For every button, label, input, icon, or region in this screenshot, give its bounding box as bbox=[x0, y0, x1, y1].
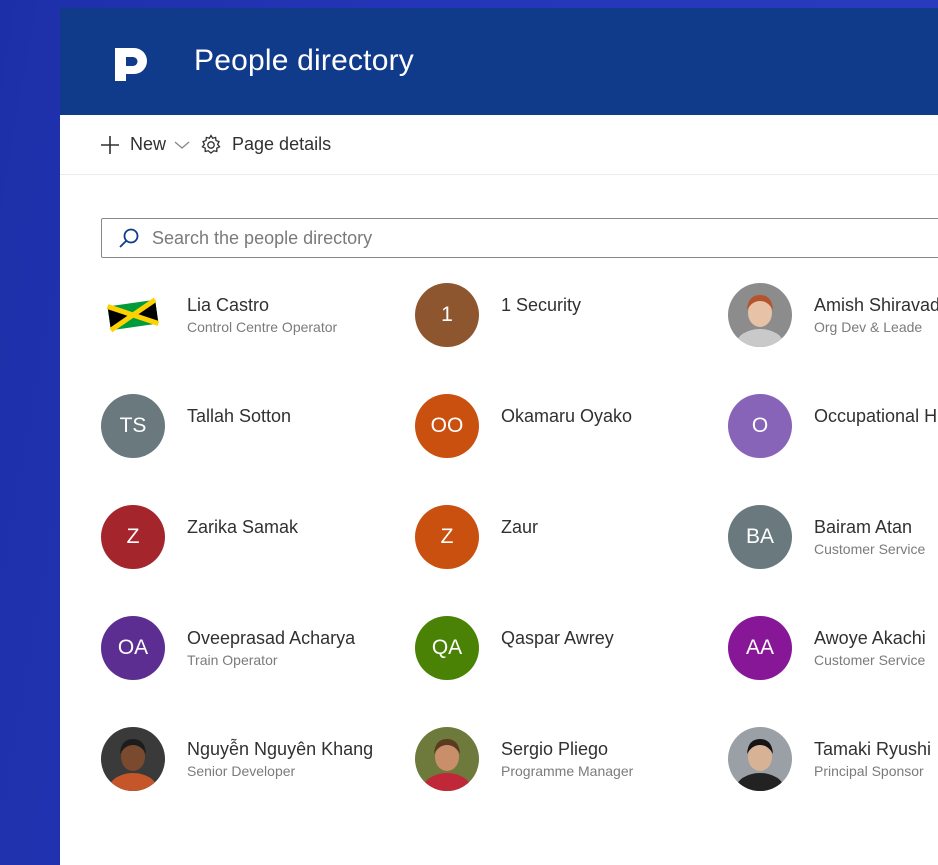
person-card[interactable]: Tamaki Ryushi Principal Sponsor bbox=[728, 727, 938, 797]
person-card[interactable]: QA Qaspar Awrey bbox=[415, 616, 715, 686]
avatar-initials: O bbox=[751, 414, 769, 437]
avatar: BA bbox=[728, 505, 792, 569]
person-card[interactable]: Amish Shiravad Org Dev & Leade bbox=[728, 283, 938, 353]
avatar-initials: AA bbox=[745, 636, 774, 659]
person-photo-icon bbox=[728, 727, 792, 791]
person-card[interactable]: Z Zaur bbox=[415, 505, 715, 575]
person-name: Amish Shiravad bbox=[814, 295, 938, 315]
avatar: AA bbox=[728, 616, 792, 680]
avatar-initials: QA bbox=[431, 636, 463, 659]
person-card[interactable]: Sergio Pliego Programme Manager bbox=[415, 727, 715, 797]
avatar bbox=[728, 727, 792, 791]
person-name: Awoye Akachi bbox=[814, 628, 926, 648]
person-name: Oveeprasad Acharya bbox=[187, 628, 356, 648]
person-name: Sergio Pliego bbox=[501, 739, 609, 759]
avatar-initials: TS bbox=[119, 414, 147, 437]
command-bar: New Page details bbox=[60, 115, 938, 175]
avatar bbox=[101, 283, 165, 347]
person-name: 1 Security bbox=[501, 295, 582, 315]
avatar-initials: OA bbox=[117, 636, 149, 659]
app-window: People directory New Page details Search… bbox=[60, 8, 938, 865]
person-name: Bairam Atan bbox=[814, 517, 913, 537]
person-card[interactable]: 1 1 Security bbox=[415, 283, 715, 353]
search-box[interactable] bbox=[101, 218, 938, 258]
app-header: People directory bbox=[60, 8, 938, 115]
avatar: TS bbox=[101, 394, 165, 458]
person-name: Zarika Samak bbox=[187, 517, 299, 537]
person-card[interactable]: TS Tallah Sotton bbox=[101, 394, 401, 464]
person-role: Train Operator bbox=[187, 652, 278, 668]
page-details-label: Page details bbox=[232, 134, 332, 154]
avatar-initials: BA bbox=[745, 525, 774, 548]
avatar bbox=[728, 283, 792, 347]
search-icon bbox=[119, 228, 139, 248]
flag-photo-icon bbox=[101, 283, 165, 347]
new-button[interactable]: New bbox=[100, 134, 200, 155]
app-logo-icon bbox=[115, 48, 147, 81]
person-role: Org Dev & Leade bbox=[814, 319, 923, 335]
search-input[interactable] bbox=[150, 226, 854, 250]
person-card[interactable]: Nguyễn Nguyên Khang Senior Developer bbox=[101, 727, 401, 797]
avatar bbox=[101, 727, 165, 791]
page-title: People directory bbox=[194, 44, 414, 77]
person-card[interactable]: O Occupational H bbox=[728, 394, 938, 464]
avatar: Z bbox=[415, 505, 479, 569]
person-card[interactable]: BA Bairam Atan Customer Service bbox=[728, 505, 938, 575]
person-role: Customer Service bbox=[814, 541, 926, 557]
avatar: QA bbox=[415, 616, 479, 680]
avatar: 1 bbox=[415, 283, 479, 347]
avatar bbox=[415, 727, 479, 791]
person-photo-icon bbox=[415, 727, 479, 791]
avatar-initials: OO bbox=[430, 414, 464, 437]
person-name: Qaspar Awrey bbox=[501, 628, 614, 648]
person-role: Principal Sponsor bbox=[814, 763, 924, 779]
avatar: Z bbox=[101, 505, 165, 569]
person-photo-icon bbox=[728, 283, 792, 347]
avatar: O bbox=[728, 394, 792, 458]
avatar: OO bbox=[415, 394, 479, 458]
person-role: Programme Manager bbox=[501, 763, 634, 779]
person-card[interactable]: OA Oveeprasad Acharya Train Operator bbox=[101, 616, 401, 686]
gear-icon bbox=[201, 133, 221, 154]
person-name: Nguyễn Nguyên Khang bbox=[187, 739, 374, 759]
person-role: Control Centre Operator bbox=[187, 319, 338, 335]
page-details-button[interactable]: Page details bbox=[200, 133, 332, 156]
person-name: Tamaki Ryushi bbox=[814, 739, 932, 759]
person-card[interactable]: Z Zarika Samak bbox=[101, 505, 401, 575]
chevron-down-icon[interactable] bbox=[174, 140, 190, 150]
person-name: Okamaru Oyako bbox=[501, 406, 633, 426]
person-card[interactable]: OO Okamaru Oyako bbox=[415, 394, 715, 464]
person-name: Occupational H bbox=[814, 406, 938, 426]
person-card[interactable]: AA Awoye Akachi Customer Service bbox=[728, 616, 938, 686]
avatar: OA bbox=[101, 616, 165, 680]
new-button-label: New bbox=[130, 134, 167, 154]
person-card[interactable]: Lia Castro Control Centre Operator bbox=[101, 283, 401, 353]
person-role: Customer Service bbox=[814, 652, 926, 668]
avatar-initials: Z bbox=[440, 525, 454, 548]
person-photo-icon bbox=[101, 727, 165, 791]
plus-icon bbox=[101, 135, 119, 154]
person-name: Lia Castro bbox=[187, 295, 270, 315]
person-role: Senior Developer bbox=[187, 763, 296, 779]
person-name: Zaur bbox=[501, 517, 539, 537]
person-name: Tallah Sotton bbox=[187, 406, 292, 426]
avatar-initials: 1 bbox=[441, 303, 453, 326]
avatar-initials: Z bbox=[126, 525, 140, 548]
